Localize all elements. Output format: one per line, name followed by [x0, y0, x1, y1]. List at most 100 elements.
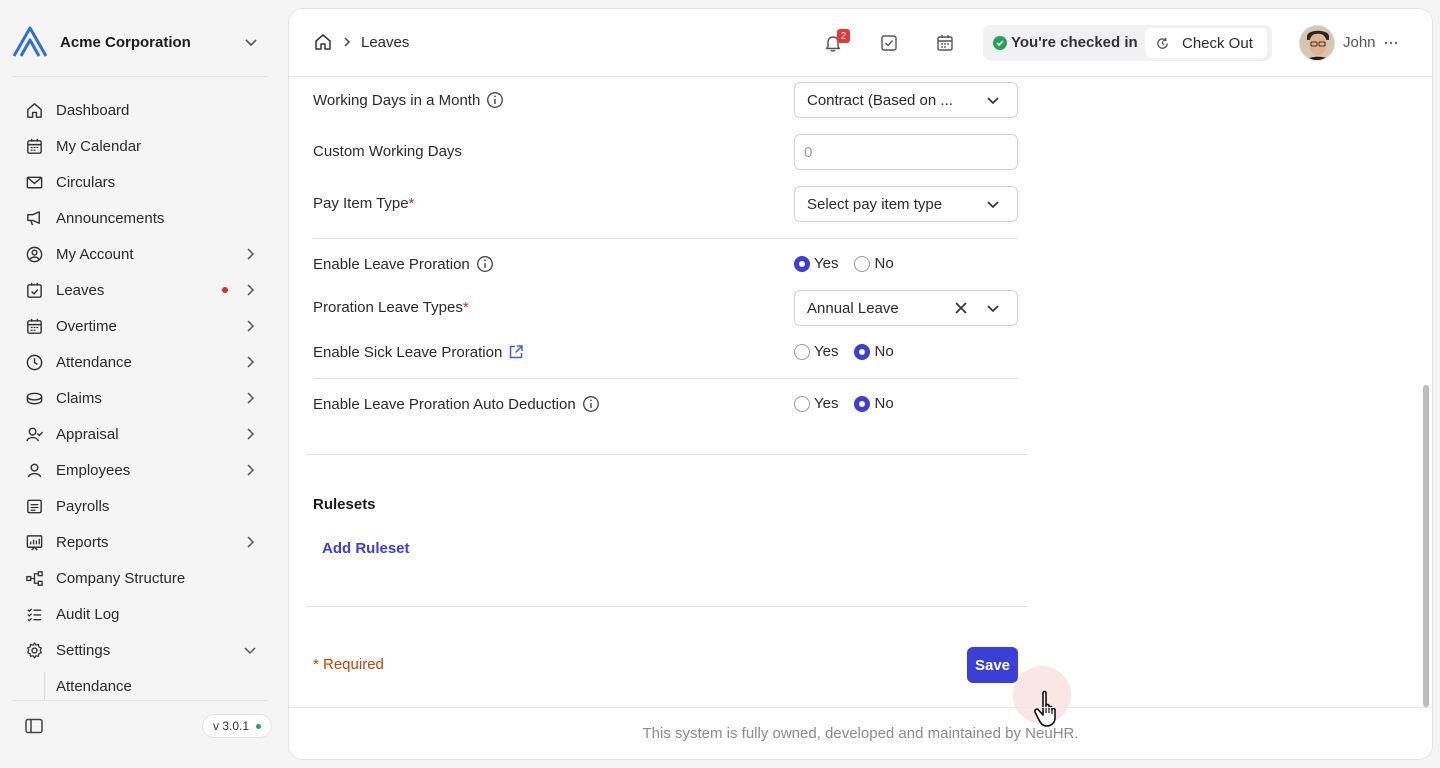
sick-proration-yes-radio[interactable]: Yes — [794, 343, 838, 360]
top-bar: Leaves 2 You're checked in Check Out Joh… — [289, 9, 1432, 77]
close-icon[interactable] — [952, 299, 970, 317]
sick-proration-radio-group: Yes No — [794, 343, 910, 360]
auto-deduction-label-text: Enable Leave Proration Auto Deduction — [313, 395, 576, 413]
required-asterisk: * — [408, 195, 415, 212]
external-link-icon[interactable] — [507, 343, 525, 361]
radio-label: Yes — [814, 343, 839, 360]
enable-proration-no-radio[interactable]: No — [854, 255, 894, 272]
sidebar-item-settings[interactable]: Settings — [12, 632, 268, 668]
sick-proration-label: Enable Sick Leave Proration — [313, 343, 525, 361]
sidebar-item-appraisal[interactable]: Appraisal — [12, 416, 268, 452]
sidebar-item-label: My Account — [56, 245, 134, 263]
avatar[interactable] — [1299, 25, 1335, 61]
working-days-value: Contract (Based on ... — [807, 91, 953, 109]
home-icon — [24, 100, 44, 120]
more-horizontal-icon[interactable] — [1383, 35, 1399, 51]
pay-item-placeholder: Select pay item type — [807, 195, 943, 213]
radio-circle — [794, 395, 810, 412]
sidebar-item-my-account[interactable]: My Account — [12, 236, 268, 272]
auto-deduction-yes-radio[interactable]: Yes — [794, 395, 838, 412]
enable-proration-yes-radio[interactable]: Yes — [794, 255, 838, 272]
sidebar-item-circulars[interactable]: Circulars — [12, 164, 268, 200]
scrollbar[interactable] — [1423, 385, 1429, 707]
coins-icon — [24, 388, 44, 408]
add-ruleset-button[interactable]: Add Ruleset — [322, 540, 410, 557]
sidebar-toggle-icon[interactable] — [24, 716, 44, 736]
sidebar-item-employees[interactable]: Employees — [12, 452, 268, 488]
pay-item-label-text: Pay Item Type — [313, 195, 409, 212]
chevron-down-icon — [244, 647, 256, 655]
required-asterisk: * — [462, 299, 469, 316]
user-name[interactable]: John — [1343, 34, 1376, 51]
sidebar-item-label: Leaves — [56, 281, 105, 299]
working-days-select[interactable]: Contract (Based on ... — [794, 82, 1018, 118]
chevron-right-icon — [247, 284, 255, 296]
sidebar-item-payrolls[interactable]: Payrolls — [12, 488, 268, 524]
chevron-right-icon — [247, 248, 255, 260]
sidebar-item-my-calendar[interactable]: My Calendar — [12, 128, 268, 164]
version-label: v 3.0.1 — [213, 719, 250, 733]
info-icon[interactable] — [486, 91, 504, 109]
sidebar-item-label: Employees — [56, 461, 131, 479]
auto-deduction-no-radio[interactable]: No — [854, 395, 894, 412]
refresh-clock-icon — [1157, 37, 1168, 49]
chevron-right-icon — [247, 392, 255, 404]
chevron-down-icon[interactable] — [242, 33, 260, 51]
sidebar-item-announcements[interactable]: Announcements — [12, 200, 268, 236]
clock-icon — [24, 352, 44, 372]
info-icon[interactable] — [476, 255, 494, 273]
custom-days-input[interactable] — [794, 134, 1018, 170]
org-switcher[interactable]: Acme Corporation — [12, 22, 268, 62]
sidebar-item-audit-log[interactable]: Audit Log — [12, 596, 268, 632]
chevron-right-icon — [344, 37, 351, 47]
calendar-icon[interactable] — [935, 33, 955, 53]
pay-item-select[interactable]: Select pay item type — [794, 186, 1018, 222]
proration-types-select[interactable]: Annual Leave — [794, 290, 1018, 326]
checkin-status-text: You're checked in — [1011, 34, 1138, 51]
sidebar-item-label: Attendance — [56, 353, 132, 371]
mail-icon — [24, 172, 44, 192]
task-check-icon[interactable] — [879, 33, 899, 53]
chevron-down-icon — [987, 201, 999, 209]
calendar-clock-icon — [24, 316, 44, 336]
sidebar-item-attendance[interactable]: Attendance — [12, 344, 268, 380]
version-badge: v 3.0.1 — [202, 714, 273, 738]
divider — [12, 700, 268, 701]
sidebar-item-company-structure[interactable]: Company Structure — [12, 560, 268, 596]
info-icon[interactable] — [582, 395, 600, 413]
sidebar-item-dashboard[interactable]: Dashboard — [12, 92, 268, 128]
sidebar-item-leaves[interactable]: Leaves — [12, 272, 268, 308]
sidebar-item-reports[interactable]: Reports — [12, 524, 268, 560]
rulesets-title: Rulesets — [313, 496, 376, 513]
sidebar-item-overtime[interactable]: Overtime — [12, 308, 268, 344]
sick-proration-no-radio[interactable]: No — [854, 343, 894, 360]
sidebar-subitem-partial[interactable]: Attendance — [56, 672, 176, 694]
sidebar-item-label: Appraisal — [56, 425, 119, 443]
hand-cursor-icon — [1034, 690, 1056, 727]
enable-proration-label: Enable Leave Proration — [313, 255, 494, 273]
check-out-button[interactable]: Check Out — [1145, 28, 1267, 58]
sidebar-item-label: My Calendar — [56, 137, 142, 155]
sidebar-item-label: Claims — [56, 389, 102, 407]
company-logo — [12, 26, 48, 57]
auto-deduction-label: Enable Leave Proration Auto Deduction — [313, 395, 600, 413]
radio-label: No — [874, 255, 894, 272]
chart-icon — [24, 532, 44, 552]
custom-days-label: Custom Working Days — [313, 143, 462, 160]
list-check-icon — [24, 604, 44, 624]
megaphone-icon — [24, 208, 44, 228]
calendar-icon — [24, 136, 44, 156]
footer-text: This system is fully owned, developed an… — [642, 725, 1079, 742]
receipt-icon — [24, 496, 44, 516]
divider — [313, 238, 1018, 239]
divider — [12, 76, 268, 77]
chevron-right-icon — [247, 464, 255, 476]
enable-proration-label-text: Enable Leave Proration — [313, 255, 470, 273]
gear-icon — [24, 640, 44, 660]
save-button[interactable]: Save — [967, 647, 1018, 683]
breadcrumb[interactable]: Leaves — [361, 34, 409, 51]
home-icon[interactable] — [313, 32, 333, 52]
sidebar-item-claims[interactable]: Claims — [12, 380, 268, 416]
divider — [313, 378, 1018, 379]
radio-circle — [794, 343, 810, 360]
